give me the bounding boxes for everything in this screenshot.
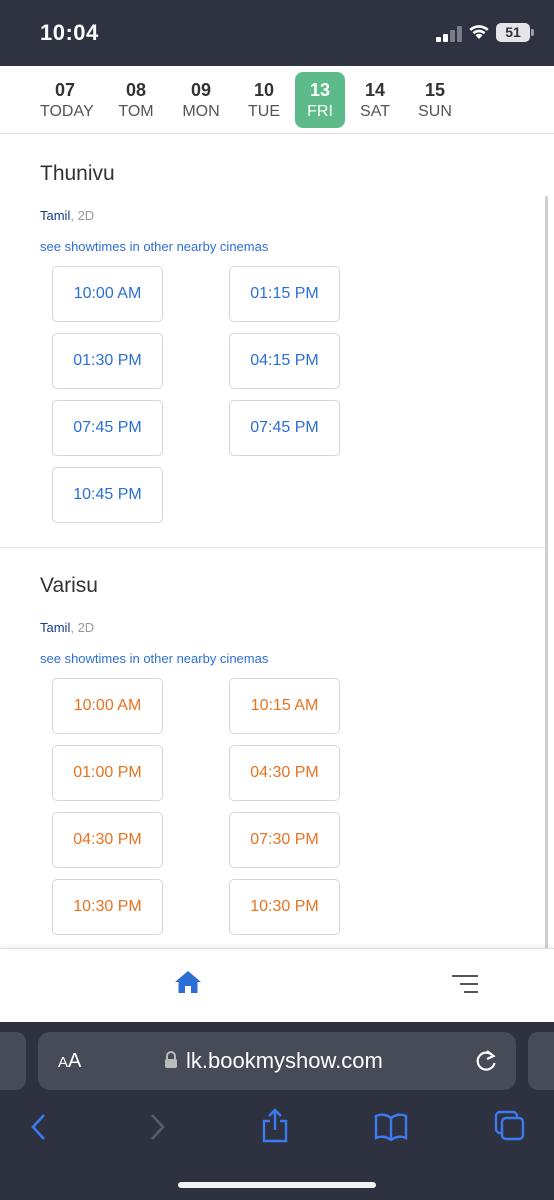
date-number: 10	[253, 80, 275, 100]
nearby-cinemas-link[interactable]: see showtimes in other nearby cinemas	[40, 239, 268, 254]
date-tab-3[interactable]: 10 TUE	[239, 72, 289, 128]
battery-icon: 51	[496, 23, 530, 42]
cellular-signal-icon	[436, 26, 464, 42]
movie-section: Varisu Tamil, 2D see showtimes in other ne…	[0, 574, 545, 974]
movie-language: Tamil	[40, 620, 71, 635]
tabs-icon[interactable]	[494, 1110, 526, 1147]
date-number: 07	[54, 80, 76, 100]
web-page: 07 TODAY 08 TOM 09 MON 10 TUE 13 FRI 14 SAT 15 SUN Th…	[0, 66, 554, 1022]
showtime-button[interactable]: 01:15 PM	[229, 266, 340, 322]
section-divider	[0, 547, 545, 548]
movie-section: Thunivu Tamil, 2D see showtimes in other n…	[0, 162, 545, 562]
status-bar: 10:04 51	[0, 0, 554, 66]
date-tab-4[interactable]: 13 FRI	[295, 72, 345, 128]
date-number: 14	[364, 80, 386, 100]
movie-language-format: Tamil, 2D	[40, 620, 94, 635]
showtime-button[interactable]: 01:00 PM	[52, 745, 163, 801]
lock-icon	[164, 1051, 178, 1074]
bottom-nav	[0, 948, 554, 1022]
showtime-button[interactable]: 10:45 PM	[52, 467, 163, 523]
date-day: TOM	[118, 103, 154, 120]
date-number: 15	[424, 80, 446, 100]
bookmarks-icon[interactable]	[374, 1112, 408, 1147]
menu-icon[interactable]	[452, 973, 480, 1000]
safari-chrome: AA lk.bookmyshow.com	[0, 1022, 554, 1200]
showtime-button[interactable]: 04:30 PM	[229, 745, 340, 801]
wifi-icon	[468, 22, 490, 45]
movie-language-format: Tamil, 2D	[40, 208, 94, 223]
showtime-button[interactable]: 07:45 PM	[52, 400, 163, 456]
address-bar[interactable]: AA lk.bookmyshow.com	[38, 1032, 516, 1090]
previous-tab-preview[interactable]	[0, 1032, 26, 1090]
date-tab-5[interactable]: 14 SAT	[350, 72, 400, 128]
date-number: 13	[309, 80, 331, 100]
showtime-button[interactable]: 04:30 PM	[52, 812, 163, 868]
reload-icon[interactable]	[474, 1048, 498, 1079]
date-number: 08	[125, 80, 147, 100]
date-day: FRI	[307, 103, 333, 120]
date-day: SAT	[360, 103, 390, 120]
showtime-button[interactable]: 10:30 PM	[229, 879, 340, 935]
movie-language: Tamil	[40, 208, 71, 223]
date-day: TUE	[248, 103, 280, 120]
showtime-button[interactable]: 04:15 PM	[229, 333, 340, 389]
date-tab-1[interactable]: 08 TOM	[111, 72, 161, 128]
nearby-cinemas-link[interactable]: see showtimes in other nearby cinemas	[40, 651, 268, 666]
page-scrollbar[interactable]	[545, 196, 548, 956]
battery-tip	[531, 29, 534, 36]
date-number: 09	[190, 80, 212, 100]
movie-title[interactable]: Thunivu	[40, 162, 115, 186]
next-tab-preview[interactable]	[528, 1032, 554, 1090]
showtime-button[interactable]: 07:45 PM	[229, 400, 340, 456]
movie-title[interactable]: Varisu	[40, 574, 98, 598]
url-text[interactable]: lk.bookmyshow.com	[186, 1048, 383, 1074]
date-tab-0[interactable]: 07 TODAY	[40, 72, 94, 128]
showtime-button[interactable]: 10:30 PM	[52, 879, 163, 935]
date-day: SUN	[418, 103, 452, 120]
home-indicator	[178, 1182, 376, 1188]
showtime-button[interactable]: 10:00 AM	[52, 678, 163, 734]
showtime-button[interactable]: 10:15 AM	[229, 678, 340, 734]
status-time: 10:04	[40, 20, 99, 45]
date-selector: 07 TODAY 08 TOM 09 MON 10 TUE 13 FRI 14 SAT 15 SUN	[0, 66, 554, 134]
movie-format: , 2D	[70, 208, 95, 223]
date-day: MON	[182, 103, 220, 120]
showtime-button[interactable]: 01:30 PM	[52, 333, 163, 389]
date-tab-2[interactable]: 09 MON	[176, 72, 226, 128]
date-tab-6[interactable]: 15 SUN	[410, 72, 460, 128]
movie-format: , 2D	[70, 620, 95, 635]
showtime-button[interactable]: 07:30 PM	[229, 812, 340, 868]
share-icon[interactable]	[260, 1108, 290, 1149]
date-day: TODAY	[40, 103, 94, 120]
home-icon[interactable]	[174, 969, 202, 1000]
text-size-button[interactable]: AA	[58, 1050, 81, 1073]
showtime-button[interactable]: 10:00 AM	[52, 266, 163, 322]
back-icon[interactable]	[28, 1112, 50, 1147]
forward-icon[interactable]	[146, 1112, 168, 1147]
